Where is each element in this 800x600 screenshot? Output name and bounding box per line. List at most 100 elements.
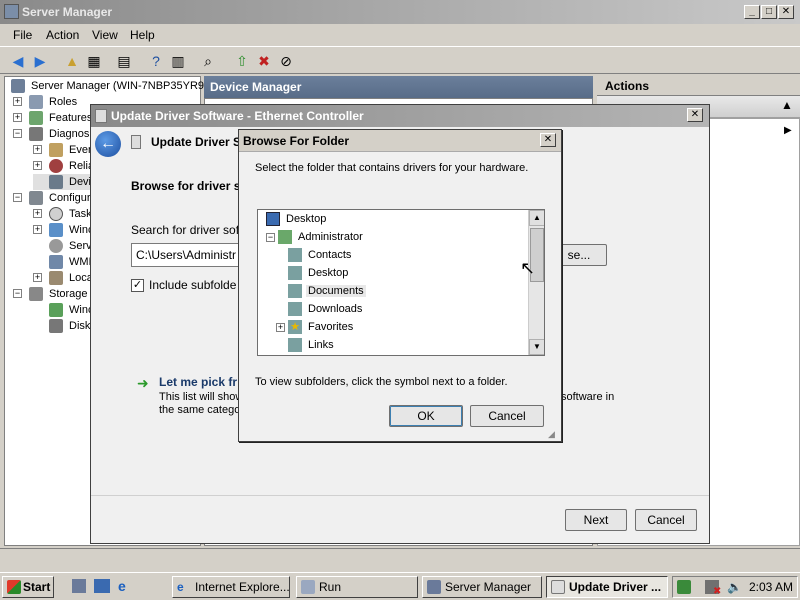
minimize-button[interactable]: _ (744, 5, 760, 19)
menu-action[interactable]: Action (46, 28, 79, 42)
expand-icon[interactable]: + (13, 113, 22, 122)
collapse-icon[interactable]: − (13, 129, 22, 138)
tree-item-services[interactable]: Serv (33, 238, 92, 254)
vertical-scrollbar[interactable]: ▲ ▼ (528, 210, 544, 355)
folder-item-links[interactable]: Links (286, 336, 334, 354)
tree-root[interactable]: Server Manager (WIN-7NBP35YR9 (11, 78, 204, 94)
update-driver-titlebar[interactable]: Update Driver Software - Ethernet Contro… (91, 105, 709, 127)
uninstall-icon[interactable]: ✖ (254, 51, 274, 71)
folder-item-administrator[interactable]: − Administrator (266, 228, 363, 246)
update-driver-close-button[interactable]: ✕ (687, 108, 703, 122)
volume-icon[interactable]: 🔈 (727, 580, 742, 594)
expand-icon[interactable]: + (276, 323, 285, 332)
scan-hardware-icon[interactable]: ⌕ (198, 51, 218, 71)
folder-tree[interactable]: Desktop − Administrator Contacts Desktop… (257, 209, 545, 356)
properties-icon[interactable]: ▤ (114, 51, 134, 71)
tree-item-features[interactable]: + Features (13, 110, 92, 126)
user-folder-icon (278, 230, 292, 244)
next-button[interactable]: Next (565, 509, 627, 531)
folder-item-desktop[interactable]: Desktop (286, 264, 348, 282)
expand-icon[interactable]: + (33, 145, 42, 154)
wmi-icon (49, 255, 63, 269)
tree-item-diagnostics[interactable]: − Diagnos (13, 126, 89, 142)
menu-view[interactable]: View (92, 28, 118, 42)
back-button[interactable]: ← (95, 131, 121, 157)
menu-help[interactable]: Help (130, 28, 155, 42)
wizard-heading: Update Driver S (151, 135, 242, 149)
let-me-pick-link[interactable]: Let me pick fr (159, 375, 237, 389)
task-update-driver[interactable]: Update Driver ... (546, 576, 668, 598)
tree-item-reliability[interactable]: + Relia (33, 158, 94, 174)
configuration-icon (29, 191, 43, 205)
start-button[interactable]: Start (2, 576, 54, 598)
forward-arrow-icon[interactable]: ▶ (30, 51, 50, 71)
folder-up-icon[interactable]: ▲ (62, 51, 82, 71)
back-arrow-icon[interactable]: ◀ (8, 51, 28, 71)
tree-item-windows-firewall[interactable]: + Winc (33, 222, 93, 238)
folder-item-favorites[interactable]: + ★ Favorites (276, 318, 353, 336)
menu-file[interactable]: File (13, 28, 32, 42)
tree-item-device-manager[interactable]: Devi (33, 174, 92, 190)
scroll-up-icon[interactable]: ▲ (529, 210, 544, 226)
ok-button[interactable]: OK (389, 405, 463, 427)
tree-item-local-users[interactable]: + Loca (33, 270, 93, 286)
expand-icon[interactable]: + (13, 97, 22, 106)
tree-item-label: Winc (69, 304, 94, 316)
wizard-cancel-button[interactable]: Cancel (635, 509, 697, 531)
quicklaunch-desktop-icon[interactable] (94, 579, 110, 593)
task-internet-explorer[interactable]: e Internet Explore... (172, 576, 290, 598)
task-run[interactable]: Run (296, 576, 418, 598)
clock[interactable]: 2:03 AM (749, 580, 793, 594)
show-hide-tree-icon[interactable]: ▦ (84, 51, 104, 71)
maximize-button[interactable]: □ (761, 5, 777, 19)
view-icon[interactable]: ▥ (168, 51, 188, 71)
resize-grip-icon[interactable]: ◢ (548, 429, 555, 440)
collapse-icon[interactable]: − (13, 193, 22, 202)
include-subfolders-checkbox[interactable]: ✓ (131, 279, 144, 292)
tree-item-label: Configur (49, 192, 91, 204)
tree-item-windows-backup[interactable]: Winc (33, 302, 93, 318)
quicklaunch-ie-icon[interactable]: e (118, 578, 126, 594)
browse-for-folder-titlebar[interactable]: Browse For Folder (239, 130, 561, 152)
tree-item-wmi[interactable]: WMI (33, 254, 92, 270)
disable-device-icon[interactable]: ⊘ (276, 51, 296, 71)
security-shield-icon[interactable] (677, 580, 691, 594)
collapse-icon[interactable]: − (13, 289, 22, 298)
folder-label-selected: Documents (306, 285, 366, 297)
update-driver-icon[interactable]: ⇧ (232, 51, 252, 71)
expand-icon[interactable]: + (33, 209, 42, 218)
links-folder-icon (288, 338, 302, 352)
scroll-down-icon[interactable]: ▼ (529, 339, 544, 355)
close-button[interactable]: ✕ (778, 5, 794, 19)
collapse-arrow-icon[interactable]: ▲ (781, 98, 793, 112)
expand-icon[interactable]: + (33, 225, 42, 234)
tree-item-configuration[interactable]: − Configur (13, 190, 91, 206)
help-icon[interactable]: ? (146, 51, 166, 71)
browse-cancel-button[interactable]: Cancel (470, 405, 544, 427)
tree-item-label: Relia (69, 160, 95, 172)
quicklaunch-server-manager-icon[interactable] (72, 579, 86, 593)
tree-item-roles[interactable]: + Roles (13, 94, 77, 110)
tree-item-storage[interactable]: − Storage (13, 286, 88, 302)
task-server-manager[interactable]: Server Manager (422, 576, 542, 598)
more-actions-arrow-icon[interactable]: ▶ (784, 125, 792, 136)
tree-item-task-scheduler[interactable]: + Task (33, 206, 92, 222)
collapse-icon[interactable]: − (266, 233, 275, 242)
device-manager-header: Device Manager (204, 76, 593, 98)
documents-folder-icon (288, 284, 302, 298)
tree-item-disk-management[interactable]: Disk (33, 318, 90, 334)
folder-item-desktop-root[interactable]: Desktop (266, 210, 326, 228)
server-icon (11, 79, 25, 93)
folder-item-downloads[interactable]: Downloads (286, 300, 362, 318)
expand-icon[interactable]: + (33, 161, 42, 170)
favorites-star-icon: ★ (288, 320, 302, 334)
browse-close-button[interactable]: ✕ (540, 133, 556, 147)
expand-icon[interactable]: + (33, 273, 42, 282)
folder-item-documents[interactable]: Documents (286, 282, 366, 300)
tree-item-label: Features (49, 112, 93, 124)
server-manager-titlebar[interactable]: Server Manager _ □ ✕ (0, 0, 800, 24)
tree-item-event-viewer[interactable]: + Even (33, 142, 94, 158)
folder-item-contacts[interactable]: Contacts (286, 246, 351, 264)
desktop-folder-icon (288, 266, 302, 280)
toolbar: ◀ ▶ ▲ ▦ ▤ ? ▥ ⌕ ⇧ ✖ ⊘ (0, 46, 800, 74)
